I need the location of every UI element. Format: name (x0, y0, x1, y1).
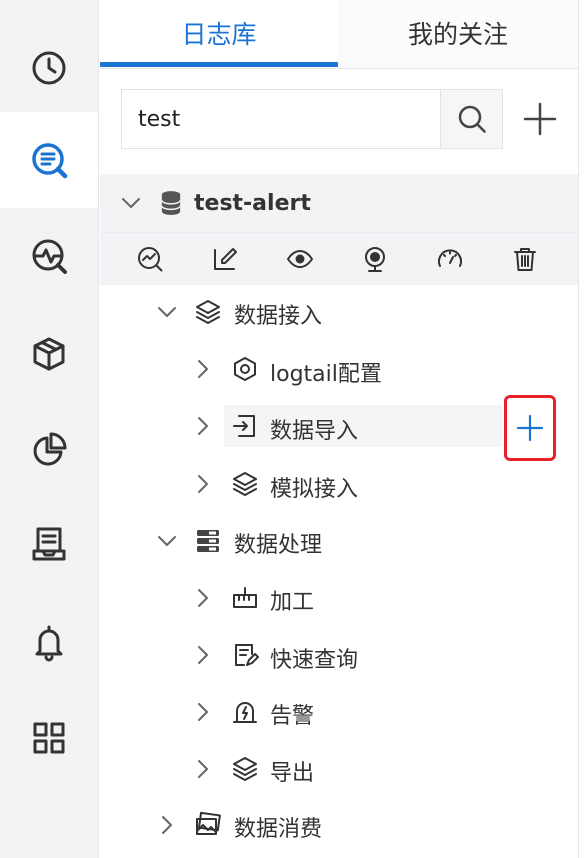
monitor-icon (32, 239, 67, 274)
tree-label: 数据处理 (234, 533, 323, 558)
tree-label: 快速查询 (270, 648, 359, 673)
tree-node-process[interactable]: 数据处理 (100, 516, 578, 566)
chevron-right-icon (198, 589, 208, 607)
logstore-toolbar (100, 232, 578, 285)
logstore-panel: 日志库 我的关注 test test-alert 数据接入 logtail配置 … (100, 0, 579, 858)
layers-icon (196, 300, 220, 324)
tree-node-alert[interactable]: 告警 (100, 687, 578, 737)
chevron-down-icon (122, 198, 140, 208)
chevron-down-icon (158, 307, 176, 317)
chevron-down-icon (158, 536, 176, 546)
tree-node-transform[interactable]: 加工 (100, 573, 578, 623)
project-row[interactable]: test-alert (100, 174, 578, 232)
tree-node-mock[interactable]: 模拟接入 (100, 459, 578, 509)
grid-icon (33, 722, 65, 754)
add-import-button[interactable] (504, 395, 556, 461)
tree-node-ingest[interactable]: 数据接入 (100, 287, 578, 337)
gauge-button[interactable] (433, 242, 467, 276)
chevron-right-icon (198, 703, 208, 721)
tree-node-consume[interactable]: 数据消费 (100, 800, 578, 850)
tree-label: 加工 (270, 590, 315, 615)
icon-rail (0, 0, 99, 858)
tab-bar: 日志库 我的关注 (100, 0, 578, 69)
alarm-icon (233, 702, 257, 723)
clock-icon (32, 51, 66, 85)
active-tab-indicator (100, 62, 338, 67)
chevron-right-icon (198, 417, 208, 435)
log-search-icon (32, 143, 68, 179)
rail-item-pie[interactable] (0, 402, 98, 498)
inbox-icon (32, 527, 66, 561)
plus-icon (516, 414, 544, 442)
tree-label: 数据消费 (234, 817, 323, 842)
pipeline-icon (197, 530, 219, 552)
photos-icon (196, 811, 221, 835)
chevron-right-icon (162, 816, 172, 834)
tree-label: 数据接入 (234, 304, 323, 329)
bell-icon (35, 625, 63, 662)
webcam-icon (365, 247, 385, 272)
search-input[interactable]: test (121, 89, 440, 149)
hexagon-icon (234, 357, 256, 381)
chevron-right-icon (198, 646, 208, 664)
tree-node-logtail[interactable]: logtail配置 (100, 344, 578, 394)
rail-item-bell[interactable] (0, 594, 98, 690)
rail-item-grid[interactable] (0, 690, 98, 786)
chevron-right-icon (198, 760, 208, 778)
edit-icon (214, 248, 237, 270)
layers-icon (233, 757, 257, 781)
rail-item-box[interactable] (0, 306, 98, 402)
tree-label: 模拟接入 (270, 477, 359, 502)
chevron-right-icon (198, 475, 208, 493)
tab-logstore[interactable]: 日志库 (100, 0, 338, 66)
dashboard-button[interactable] (133, 242, 167, 276)
edit-button[interactable] (208, 242, 242, 276)
tree-label: logtail配置 (270, 362, 382, 387)
add-logstore-button[interactable] (518, 94, 562, 144)
pie-chart-icon (33, 432, 67, 466)
plus-icon (523, 102, 557, 136)
rail-item-clock[interactable] (0, 20, 98, 116)
tree-node-import[interactable]: 数据导入 (100, 401, 500, 451)
rail-item-monitor[interactable] (0, 208, 98, 304)
layers-icon (233, 472, 257, 496)
tree-node-export[interactable]: 导出 (100, 744, 578, 794)
search-button[interactable] (440, 89, 503, 149)
database-icon (161, 191, 181, 215)
import-icon (233, 415, 255, 437)
tree-node-quick-query[interactable]: 快速查询 (100, 630, 578, 680)
delete-button[interactable] (508, 242, 542, 276)
ruler-icon (233, 587, 257, 608)
chevron-right-icon (198, 360, 208, 378)
search-icon (458, 105, 486, 133)
dashboard-icon (138, 247, 163, 272)
gauge-icon (438, 249, 462, 267)
tree-label: 告警 (270, 704, 315, 729)
tab-my-favorites[interactable]: 我的关注 (338, 0, 578, 66)
monitor-button[interactable] (358, 242, 392, 276)
rail-item-log-search[interactable] (0, 112, 98, 208)
eye-icon (287, 250, 313, 268)
query-icon (235, 644, 259, 666)
tree-label: 导出 (270, 761, 315, 786)
box-icon (33, 337, 65, 371)
tree-label: 数据导入 (270, 419, 359, 444)
preview-button[interactable] (283, 242, 317, 276)
rail-item-inbox[interactable] (0, 496, 98, 592)
project-name: test-alert (194, 190, 311, 216)
trash-icon (514, 248, 536, 271)
